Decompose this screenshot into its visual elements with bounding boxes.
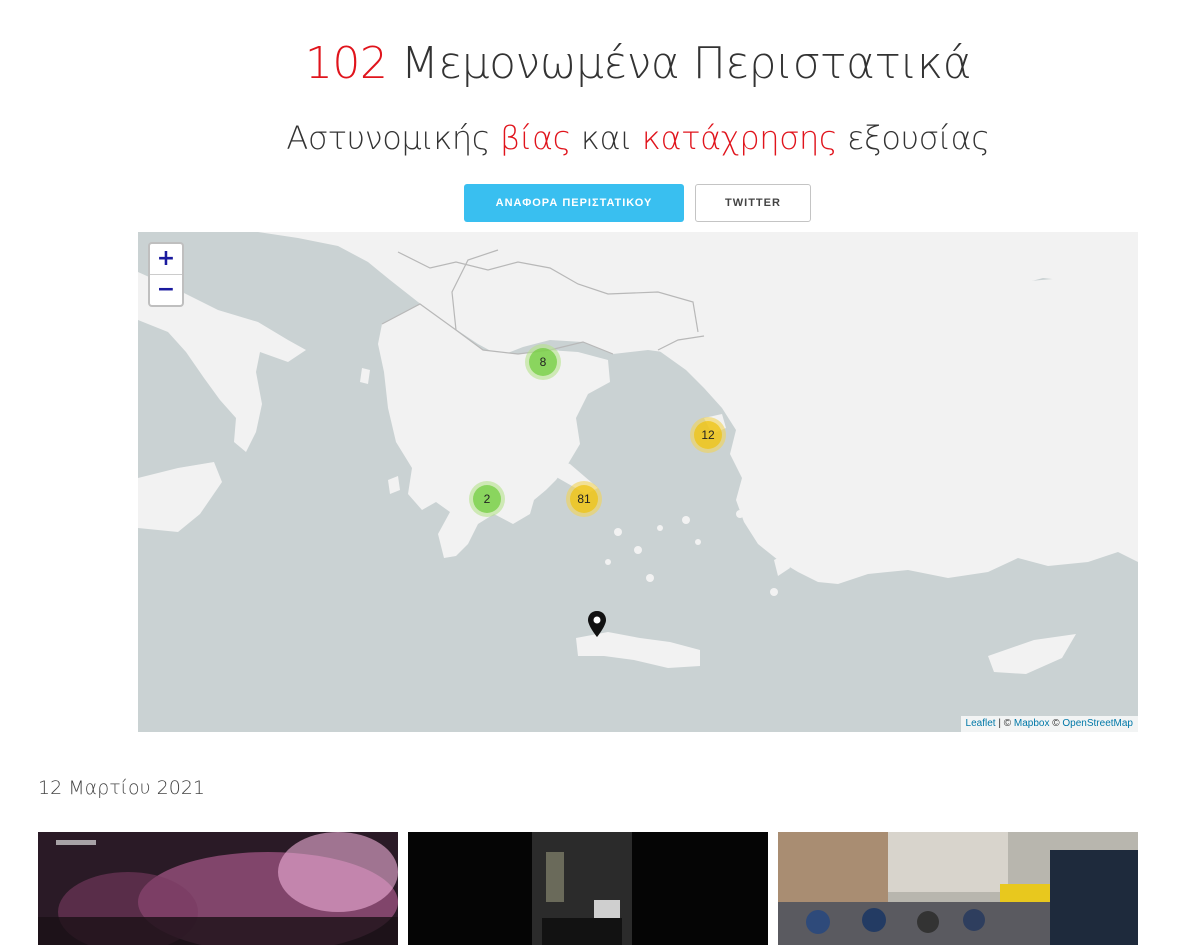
copyright-symbol: © (1003, 718, 1012, 729)
map-attribution: Leaflet | © Mapbox © OpenStreetMap (960, 716, 1138, 732)
subtitle-word-1: Αστυνομικής (286, 119, 491, 157)
zoom-out-button[interactable]: − (150, 274, 182, 305)
subtitle-word-3: εξουσίας (847, 119, 990, 157)
page-subtitle: Αστυνομικής βίας και κατάχρησης εξουσίας (0, 119, 1202, 157)
marker-cluster[interactable]: 8 (525, 344, 561, 380)
map-pin-icon[interactable] (586, 610, 608, 638)
cluster-count: 81 (570, 485, 598, 513)
protest-photo (38, 832, 398, 945)
cluster-count: 8 (529, 348, 557, 376)
incident-thumbnail[interactable] (38, 832, 398, 945)
map-basemap (138, 232, 1138, 732)
incident-thumbnail[interactable] (408, 832, 768, 945)
page-title: 102 Μεμονωμένα Περιστατικά (0, 38, 1202, 89)
cluster-count: 12 (694, 421, 722, 449)
feed-date: 12 Μαρτίου 2021 (38, 777, 206, 799)
cluster-count: 2 (473, 485, 501, 513)
subtitle-highlight-1: βίας (499, 119, 572, 157)
copyright-symbol: © (1052, 718, 1060, 729)
incident-thumbnail[interactable] (778, 832, 1138, 945)
subtitle-highlight-2: κατάχρησης (641, 119, 838, 157)
leaflet-link[interactable]: Leaflet (966, 718, 996, 729)
zoom-in-button[interactable]: + (150, 244, 182, 274)
report-incident-button[interactable]: ΑΝΑΦΟΡΑ ΠΕΡΙΣΤΑΤΙΚΟΥ (464, 184, 684, 222)
marker-cluster[interactable]: 2 (469, 481, 505, 517)
incident-map[interactable]: + − 8 12 2 81 Leaflet | © Mapbox © OpenS… (138, 232, 1138, 732)
hallway-photo (408, 832, 768, 945)
subtitle-word-2: και (580, 119, 633, 157)
marker-cluster[interactable]: 81 (566, 481, 602, 517)
mapbox-link[interactable]: Mapbox (1014, 718, 1050, 729)
twitter-button[interactable]: TWITTER (695, 184, 811, 222)
incident-count: 102 (304, 38, 388, 89)
marker-cluster[interactable]: 12 (690, 417, 726, 453)
openstreetmap-link[interactable]: OpenStreetMap (1062, 718, 1133, 729)
zoom-control: + − (148, 242, 184, 307)
title-text: Μεμονωμένα Περιστατικά (400, 38, 972, 89)
attribution-separator: | (998, 718, 1001, 729)
police-street-photo (778, 832, 1138, 945)
